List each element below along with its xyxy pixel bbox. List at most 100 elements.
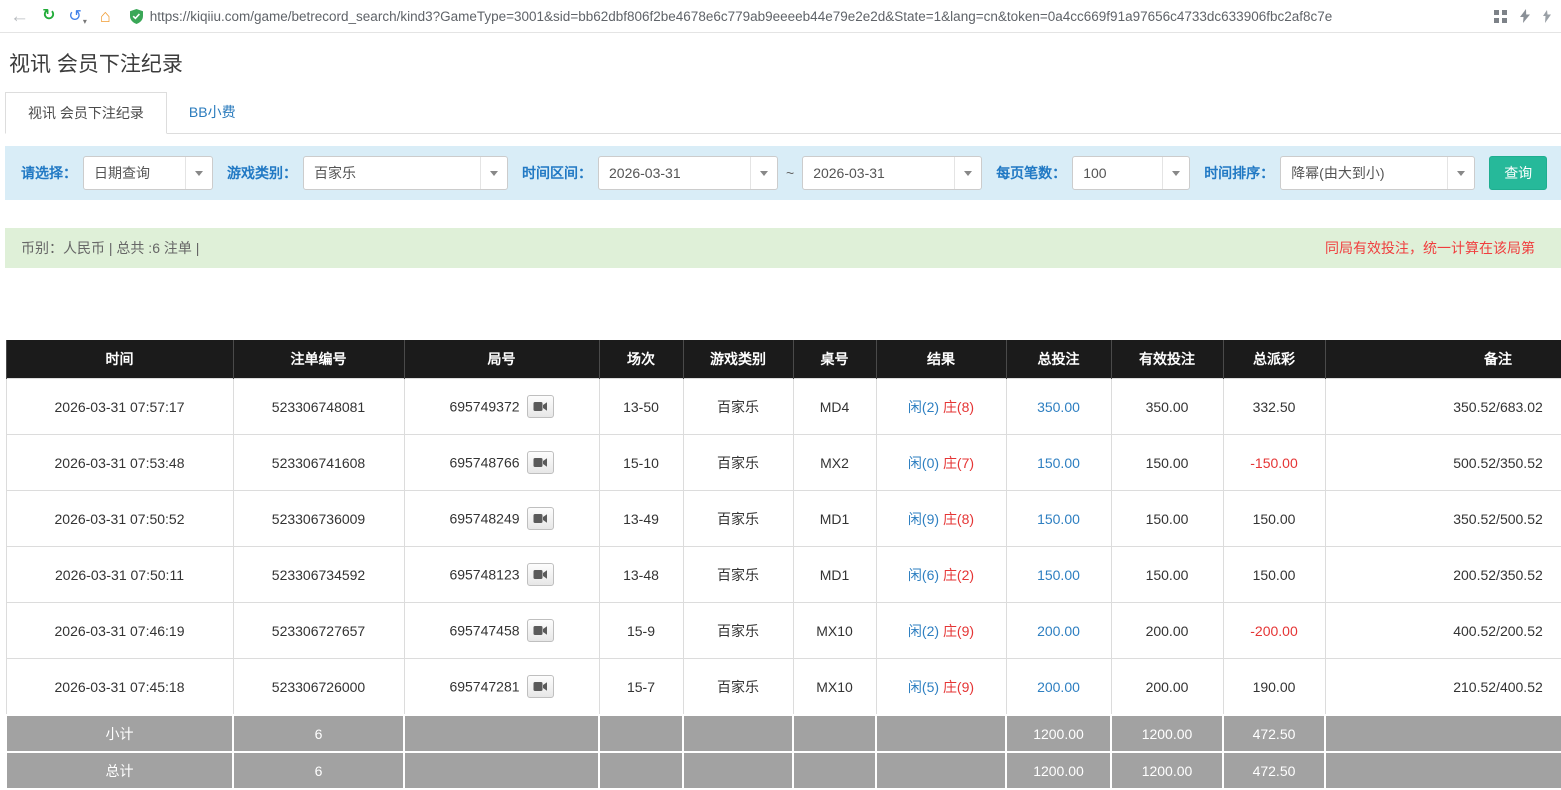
result-player: 闲(5) (908, 679, 939, 695)
page-size-value: 100 (1073, 165, 1162, 181)
bet-row: 2026-03-31 07:46:19523306727657695747458… (6, 603, 1561, 659)
game-type-cell: 百家乐 (683, 491, 793, 547)
table-number-cell: MD1 (793, 491, 876, 547)
bet-id-cell: 523306748081 (233, 379, 404, 435)
result-player: 闲(0) (908, 455, 939, 471)
time-cell: 2026-03-31 07:53:48 (6, 435, 233, 491)
round-number: 695748766 (449, 455, 519, 471)
chevron-down-icon (954, 157, 981, 189)
result-banker: 庄(7) (943, 455, 974, 471)
date-to-input[interactable]: 2026-03-31 (802, 156, 982, 190)
summary-payout-cell: 472.50 (1223, 752, 1325, 789)
page-size-select[interactable]: 100 (1072, 156, 1190, 190)
tab-bet-record[interactable]: 视讯 会员下注纪录 (5, 92, 167, 134)
date-from-value: 2026-03-31 (599, 165, 750, 181)
summary-label-cell: 总计 (6, 752, 233, 789)
table-number-cell: MX10 (793, 659, 876, 716)
total-bet-cell[interactable]: 150.00 (1006, 491, 1111, 547)
query-type-value: 日期查询 (84, 163, 185, 183)
summary-empty-cell (1325, 752, 1561, 789)
time-range-label: 时间区间： (522, 163, 592, 183)
sort-order-select[interactable]: 降幂(由大到小) (1280, 156, 1475, 190)
video-camera-icon (533, 401, 548, 412)
page-root: ← ↻ ↺ ▾ ⌂ https://kiqiiu.com/game/betrec… (0, 0, 1561, 790)
query-type-select[interactable]: 日期查询 (83, 156, 213, 190)
table-number-cell: MD4 (793, 379, 876, 435)
result-cell: 闲(2) 庄(8) (876, 379, 1006, 435)
result-cell: 闲(0) 庄(7) (876, 435, 1006, 491)
summary-empty-cell (1325, 715, 1561, 752)
video-camera-icon (533, 625, 548, 636)
remark-cell: 200.52/350.52 (1325, 547, 1561, 603)
game-type-select[interactable]: 百家乐 (303, 156, 508, 190)
refresh-icon[interactable]: ↻ (42, 8, 55, 24)
summary-valid-bet-cell: 1200.00 (1111, 752, 1223, 789)
payout-cell: 332.50 (1223, 379, 1325, 435)
undo-icon: ↺ (68, 6, 81, 26)
clipped-edge-icon[interactable] (1543, 10, 1551, 23)
summary-empty-cell (683, 715, 793, 752)
column-header: 有效投注 (1111, 340, 1223, 379)
total-bet-cell[interactable]: 200.00 (1006, 659, 1111, 716)
video-replay-button[interactable] (527, 395, 554, 418)
valid-bet-cell: 150.00 (1111, 547, 1223, 603)
valid-bet-cell: 200.00 (1111, 603, 1223, 659)
tab-bb-tip[interactable]: BB小费 (167, 92, 258, 134)
valid-bet-cell: 200.00 (1111, 659, 1223, 716)
summary-valid-bet-cell: 1200.00 (1111, 715, 1223, 752)
result-cell: 闲(5) 庄(9) (876, 659, 1006, 716)
valid-bet-cell: 150.00 (1111, 435, 1223, 491)
session-cell: 15-10 (599, 435, 683, 491)
column-header: 总派彩 (1223, 340, 1325, 379)
column-header: 桌号 (793, 340, 876, 379)
lightning-icon[interactable] (1520, 9, 1530, 23)
video-replay-button[interactable] (527, 563, 554, 586)
session-cell: 13-50 (599, 379, 683, 435)
round-number: 695747281 (449, 679, 519, 695)
video-replay-button[interactable] (527, 675, 554, 698)
back-icon[interactable]: ← (10, 7, 29, 26)
result-cell: 闲(2) 庄(9) (876, 603, 1006, 659)
video-replay-button[interactable] (527, 451, 554, 474)
chevron-down-icon (1447, 157, 1474, 189)
payout-cell: 190.00 (1223, 659, 1325, 716)
column-header: 游戏类别 (683, 340, 793, 379)
home-icon[interactable]: ⌂ (100, 7, 111, 25)
time-cell: 2026-03-31 07:46:19 (6, 603, 233, 659)
table-number-cell: MX10 (793, 603, 876, 659)
total-bet-cell[interactable]: 350.00 (1006, 379, 1111, 435)
video-replay-button[interactable] (527, 619, 554, 642)
payout-cell: 150.00 (1223, 491, 1325, 547)
summary-bar: 币别：人民币 | 总共 :6 注单 | 同局有效投注，统一计算在该局第 (5, 228, 1561, 268)
summary-empty-cell (876, 715, 1006, 752)
apps-grid-icon[interactable] (1494, 10, 1507, 23)
time-cell: 2026-03-31 07:45:18 (6, 659, 233, 716)
result-cell: 闲(9) 庄(8) (876, 491, 1006, 547)
round-number: 695749372 (449, 399, 519, 415)
game-type-cell: 百家乐 (683, 547, 793, 603)
result-player: 闲(2) (908, 623, 939, 639)
summary-row: 总计61200.001200.00472.50 (6, 752, 1561, 789)
address-bar[interactable]: https://kiqiiu.com/game/betrecord_search… (130, 9, 1473, 24)
date-from-input[interactable]: 2026-03-31 (598, 156, 778, 190)
result-banker: 庄(8) (943, 511, 974, 527)
game-type-value: 百家乐 (304, 163, 480, 183)
valid-bet-cell: 150.00 (1111, 491, 1223, 547)
summary-total-bet-cell: 1200.00 (1006, 752, 1111, 789)
total-bet-cell[interactable]: 150.00 (1006, 547, 1111, 603)
total-bet-cell[interactable]: 150.00 (1006, 435, 1111, 491)
bet-table-wrap: 时间注单编号局号场次游戏类别桌号结果总投注有效投注总派彩备注 2026-03-3… (5, 340, 1561, 790)
round-cell: 695748123 (404, 547, 599, 603)
chevron-down-icon (750, 157, 777, 189)
undo-dropdown[interactable]: ↺ ▾ (68, 6, 86, 26)
search-button[interactable]: 查询 (1489, 156, 1547, 190)
summary-row: 小计61200.001200.00472.50 (6, 715, 1561, 752)
round-cell: 695747281 (404, 659, 599, 716)
round-number: 695747458 (449, 623, 519, 639)
summary-payout-cell: 472.50 (1223, 715, 1325, 752)
total-bet-cell[interactable]: 200.00 (1006, 603, 1111, 659)
bet-row: 2026-03-31 07:57:17523306748081695749372… (6, 379, 1561, 435)
video-replay-button[interactable] (527, 507, 554, 530)
bet-id-cell: 523306734592 (233, 547, 404, 603)
column-header: 场次 (599, 340, 683, 379)
